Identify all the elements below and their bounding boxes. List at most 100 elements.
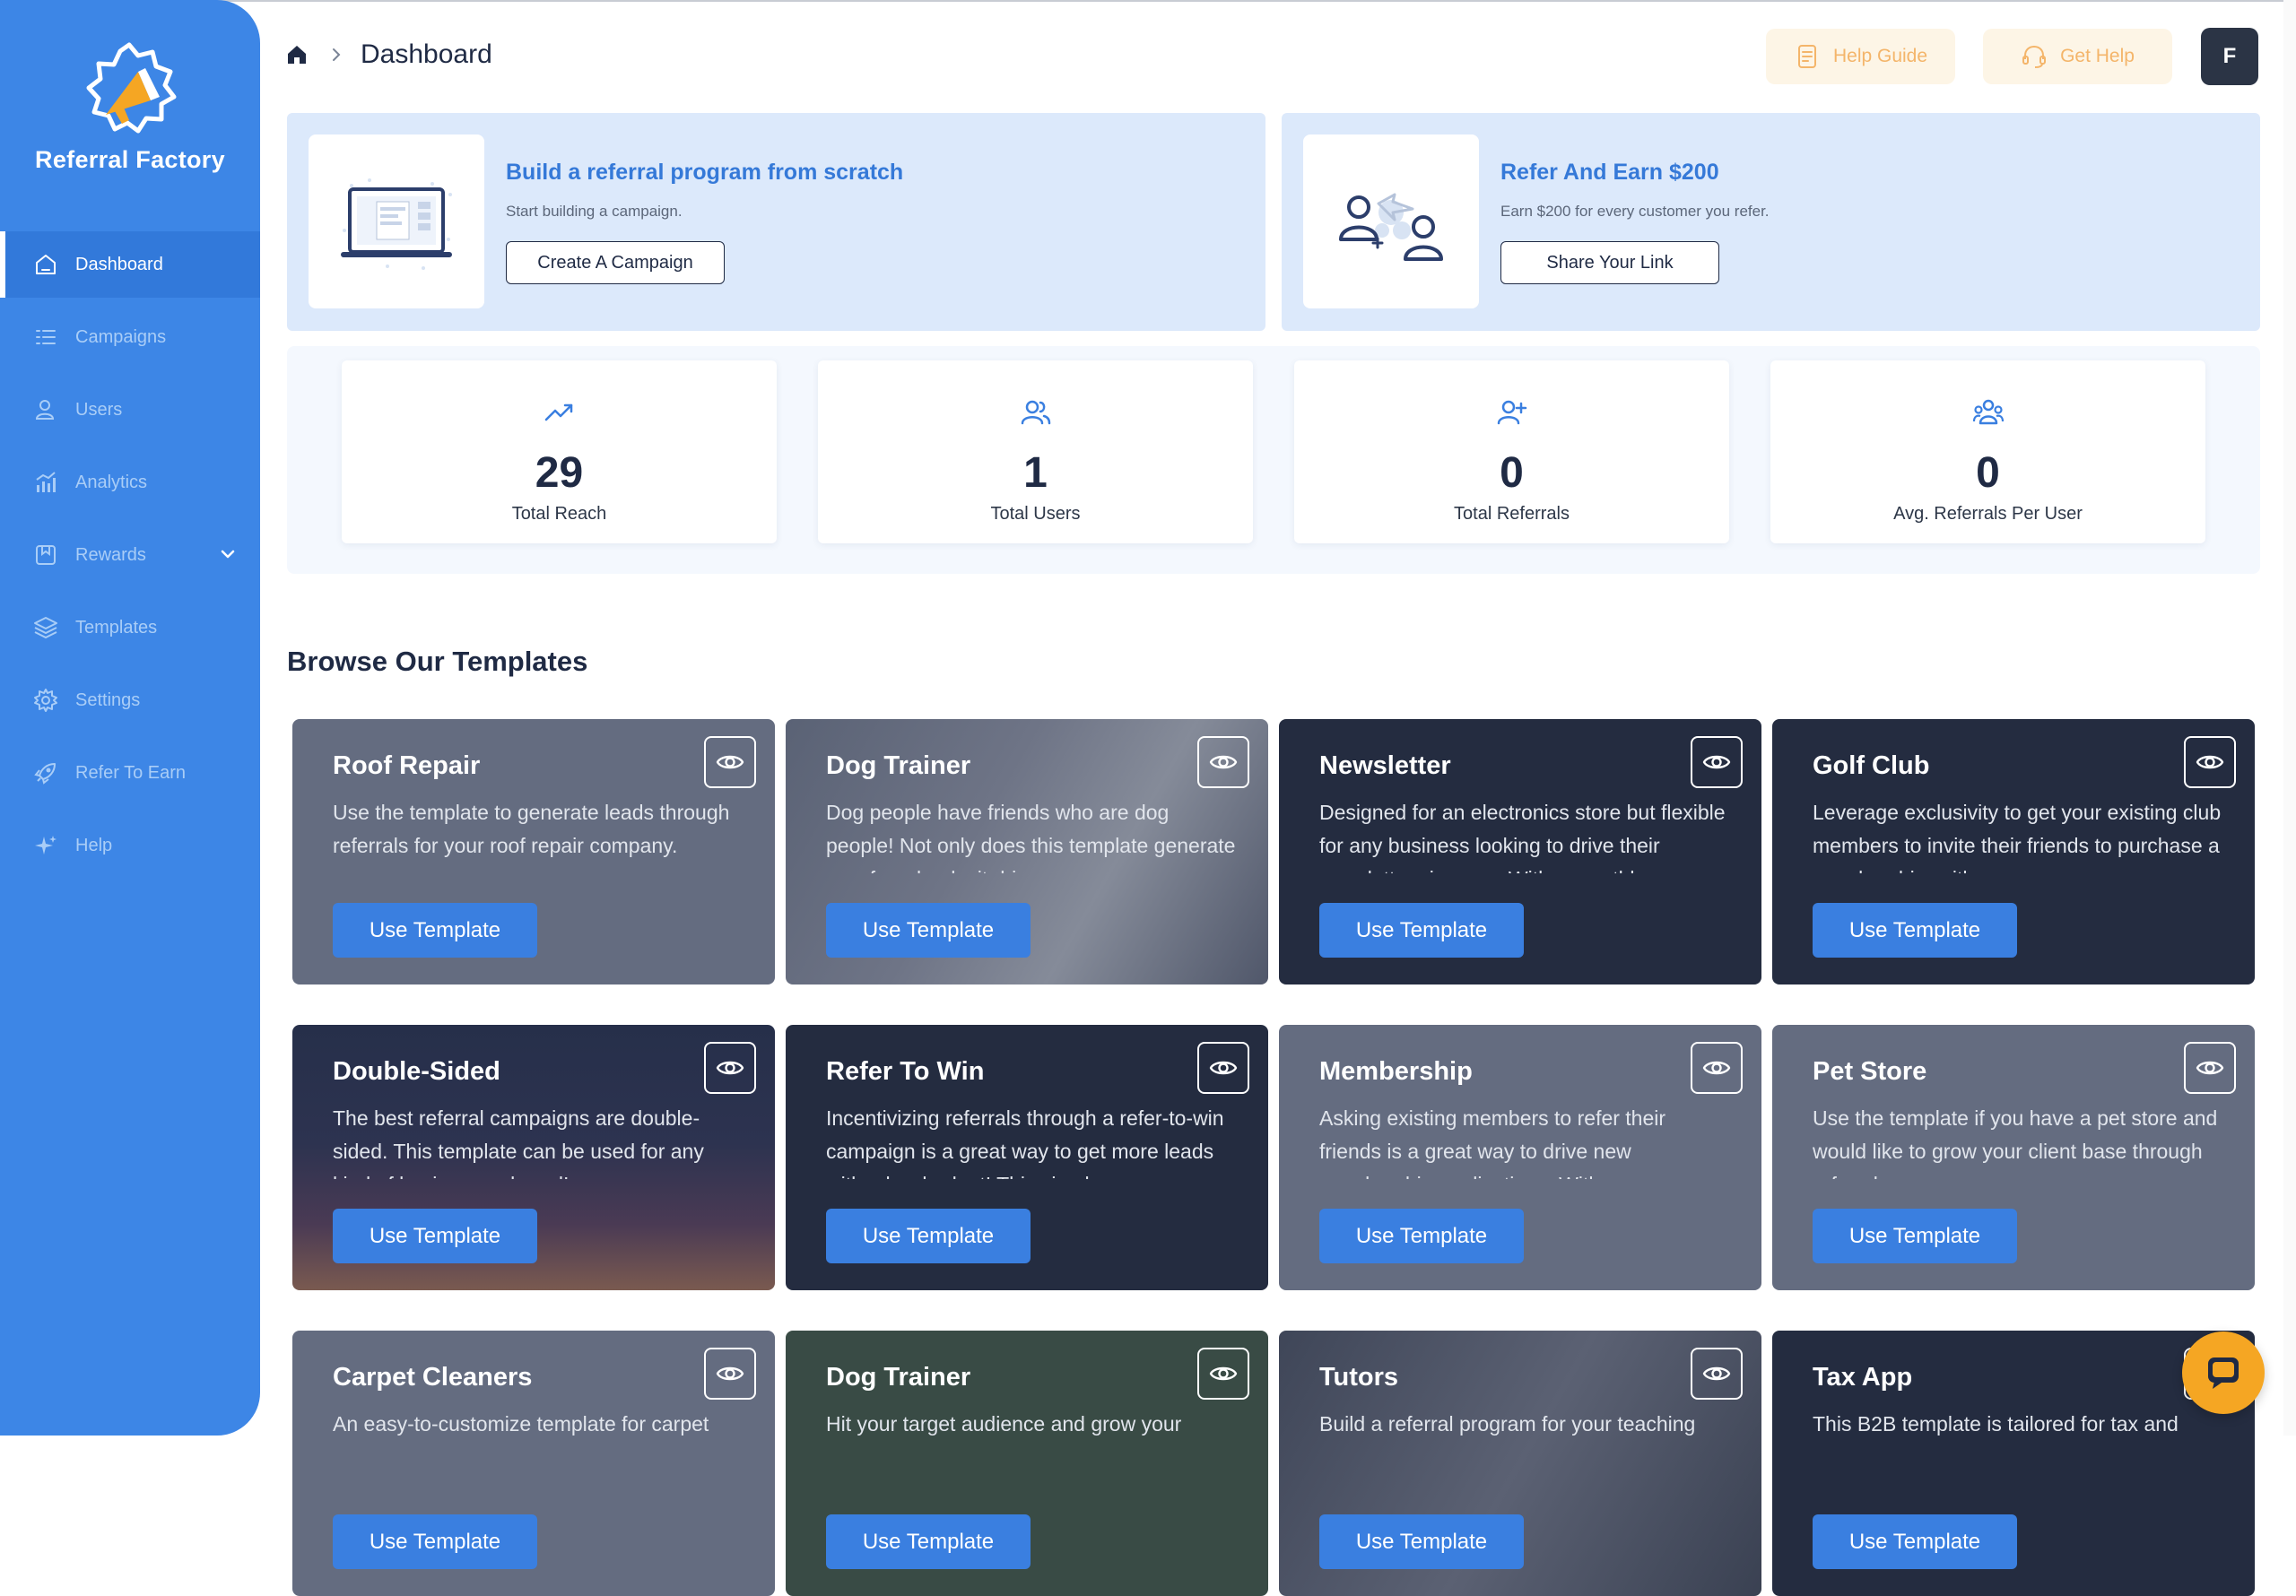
sidebar-item-dashboard[interactable]: Dashboard bbox=[0, 231, 260, 298]
preview-eye-icon[interactable] bbox=[1691, 1042, 1743, 1094]
promo-title: Refer And Earn $200 bbox=[1500, 160, 1719, 185]
template-title: Dog Trainer bbox=[826, 751, 971, 780]
template-description: Use the template if you have a pet store… bbox=[1813, 1106, 2218, 1179]
template-card[interactable]: Dog Trainer Hit your target audience and … bbox=[786, 1331, 1268, 1596]
sidebar-item-rewards[interactable]: Rewards bbox=[0, 522, 260, 588]
preview-eye-icon[interactable] bbox=[1197, 736, 1249, 788]
template-description: Build a referral program for your teachi… bbox=[1319, 1412, 1696, 1436]
stat-value: 0 bbox=[1500, 449, 1524, 497]
sidebar-item-label: Campaigns bbox=[75, 326, 167, 347]
sidebar-item-users[interactable]: Users bbox=[0, 377, 260, 443]
template-description: Asking existing members to refer their f… bbox=[1319, 1106, 1666, 1179]
chart-icon bbox=[32, 469, 59, 496]
template-card[interactable]: Golf Club Leverage exclusivity to get you… bbox=[1772, 719, 2255, 984]
chevron-right-icon bbox=[333, 48, 341, 61]
stat-value: 1 bbox=[1023, 449, 1048, 497]
stat-total-users: 1 Total Users bbox=[818, 360, 1253, 543]
use-template-button[interactable]: Use Template bbox=[1319, 1514, 1524, 1569]
sidebar-item-analytics[interactable]: Analytics bbox=[0, 449, 260, 516]
use-template-button[interactable]: Use Template bbox=[826, 1209, 1031, 1263]
template-title: Tax App bbox=[1813, 1363, 1913, 1392]
sidebar-item-refer-to-earn[interactable]: Refer To Earn bbox=[0, 740, 260, 806]
brand-logo[interactable] bbox=[75, 39, 183, 138]
stats-panel: 29 Total Reach 1 Total Users 0 Total Ref… bbox=[287, 346, 2260, 574]
home-icon[interactable] bbox=[285, 43, 309, 66]
stat-label: Total Referrals bbox=[1454, 504, 1570, 524]
sidebar: Referral Factory Dashboard Campaigns Use… bbox=[0, 0, 260, 1436]
sidebar-item-settings[interactable]: Settings bbox=[0, 667, 260, 733]
breadcrumb: Dashboard bbox=[285, 39, 492, 70]
rocket-icon bbox=[32, 759, 59, 786]
section-title: Browse Our Templates bbox=[287, 646, 588, 677]
stat-avg-referrals: 0 Avg. Referrals Per User bbox=[1770, 360, 2205, 543]
preview-eye-icon[interactable] bbox=[704, 1042, 756, 1094]
use-template-button[interactable]: Use Template bbox=[1319, 1209, 1524, 1263]
use-template-button[interactable]: Use Template bbox=[826, 1514, 1031, 1569]
stat-value: 0 bbox=[1976, 449, 2000, 497]
template-card[interactable]: Newsletter Designed for an electronics st… bbox=[1279, 719, 1761, 984]
use-template-button[interactable]: Use Template bbox=[333, 903, 537, 958]
template-description: Hit your target audience and grow your bbox=[826, 1412, 1182, 1436]
stat-label: Total Users bbox=[990, 504, 1081, 524]
scrollbar[interactable] bbox=[2283, 0, 2296, 1436]
use-template-button[interactable]: Use Template bbox=[1319, 903, 1524, 958]
help-guide-button[interactable]: Help Guide bbox=[1766, 29, 1955, 84]
template-card[interactable]: Carpet Cleaners An easy-to-customize temp… bbox=[292, 1331, 775, 1596]
sidebar-item-label: Dashboard bbox=[75, 254, 163, 274]
sidebar-item-label: Users bbox=[75, 399, 123, 420]
template-description: An easy-to-customize template for carpet bbox=[333, 1412, 709, 1436]
preview-eye-icon[interactable] bbox=[2184, 1042, 2236, 1094]
template-card[interactable]: Membership Asking existing members to ref… bbox=[1279, 1025, 1761, 1290]
template-card[interactable]: Double-Sided The best referral campaigns … bbox=[292, 1025, 775, 1290]
template-card[interactable]: Dog Trainer Dog people have friends who a… bbox=[786, 719, 1268, 984]
avatar[interactable]: F bbox=[2201, 28, 2258, 85]
use-template-button[interactable]: Use Template bbox=[1813, 903, 2017, 958]
chevron-down-icon[interactable] bbox=[219, 545, 237, 563]
use-template-button[interactable]: Use Template bbox=[1813, 1514, 2017, 1569]
create-campaign-button[interactable]: Create A Campaign bbox=[506, 241, 725, 284]
laptop-illustration bbox=[309, 134, 484, 308]
template-title: Newsletter bbox=[1319, 751, 1451, 780]
preview-eye-icon[interactable] bbox=[2184, 736, 2236, 788]
template-description: Leverage exclusivity to get your existin… bbox=[1813, 801, 2222, 873]
sidebar-item-help[interactable]: Help bbox=[0, 812, 260, 879]
preview-eye-icon[interactable] bbox=[1691, 736, 1743, 788]
headset-icon bbox=[2022, 45, 2047, 68]
template-card[interactable]: Refer To Win Incentivizing referrals thro… bbox=[786, 1025, 1268, 1290]
template-card[interactable]: Roof Repair Use the template to generate … bbox=[292, 719, 775, 984]
sidebar-item-label: Analytics bbox=[75, 472, 148, 492]
preview-eye-icon[interactable] bbox=[704, 1348, 756, 1400]
gift-icon bbox=[32, 542, 59, 568]
use-template-button[interactable]: Use Template bbox=[333, 1514, 537, 1569]
top-border bbox=[0, 0, 2296, 2]
template-description: Designed for an electronics store but fl… bbox=[1319, 801, 1726, 873]
preview-eye-icon[interactable] bbox=[1197, 1348, 1249, 1400]
use-template-button[interactable]: Use Template bbox=[1813, 1209, 2017, 1263]
preview-eye-icon[interactable] bbox=[1197, 1042, 1249, 1094]
preview-eye-icon[interactable] bbox=[704, 736, 756, 788]
home-icon bbox=[32, 251, 59, 278]
template-card[interactable]: Tutors Build a referral program for your … bbox=[1279, 1331, 1761, 1596]
template-description: This B2B template is tailored for tax an… bbox=[1813, 1412, 2179, 1436]
sidebar-item-label: Settings bbox=[75, 690, 141, 710]
use-template-button[interactable]: Use Template bbox=[333, 1209, 537, 1263]
share-link-button[interactable]: Share Your Link bbox=[1500, 241, 1719, 284]
users-icon bbox=[32, 396, 59, 423]
sidebar-item-label: Help bbox=[75, 835, 113, 855]
trend-up-icon bbox=[544, 403, 572, 421]
user-group-icon bbox=[1972, 399, 2004, 425]
template-title: Golf Club bbox=[1813, 751, 1930, 780]
get-help-label: Get Help bbox=[2060, 46, 2135, 66]
chat-widget-button[interactable] bbox=[2182, 1331, 2265, 1414]
sidebar-item-templates[interactable]: Templates bbox=[0, 594, 260, 661]
stat-label: Total Reach bbox=[511, 504, 607, 524]
preview-eye-icon[interactable] bbox=[1691, 1348, 1743, 1400]
template-card[interactable]: Pet Store Use the template if you have a … bbox=[1772, 1025, 2255, 1290]
sidebar-nav: Dashboard Campaigns Users Analytics Rewa… bbox=[0, 231, 260, 885]
gear-icon bbox=[32, 687, 59, 714]
stat-value: 29 bbox=[535, 449, 584, 497]
template-description: Dog people have friends who are dog peop… bbox=[826, 801, 1236, 873]
sidebar-item-campaigns[interactable]: Campaigns bbox=[0, 304, 260, 370]
get-help-button[interactable]: Get Help bbox=[1983, 29, 2172, 84]
use-template-button[interactable]: Use Template bbox=[826, 903, 1031, 958]
